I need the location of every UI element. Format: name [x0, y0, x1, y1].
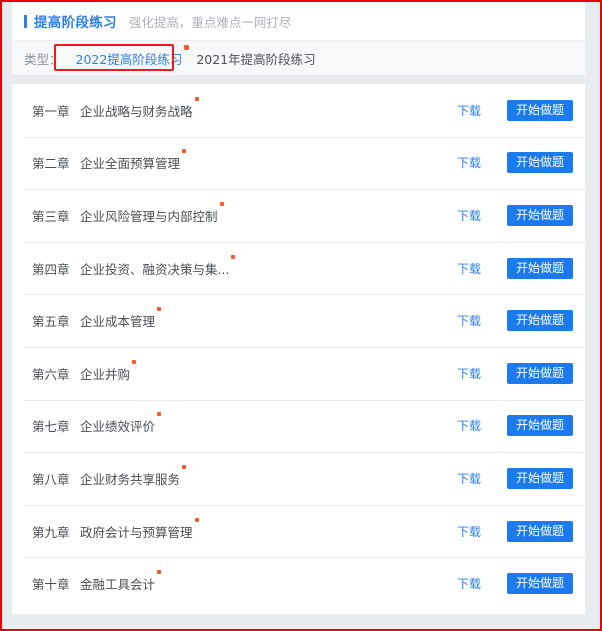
- start-practice-button[interactable]: 开始做题: [506, 257, 573, 279]
- chapter-row[interactable]: 第十章 金融工具会计 下载 开始做题: [12, 557, 585, 610]
- start-practice-button[interactable]: 开始做题: [506, 520, 573, 542]
- page-subtitle: 强化提高，重点难点一网打尽: [128, 14, 292, 30]
- tab-label: 2021年提高阶段练习: [196, 51, 316, 67]
- start-practice-button[interactable]: 开始做题: [506, 415, 573, 437]
- tab-2021-practice[interactable]: 2021年提高阶段练习: [196, 49, 315, 68]
- chapter-row[interactable]: 第九章 政府会计与预算管理 下载 开始做题: [12, 504, 585, 558]
- chapter-title: 金融工具会计: [80, 570, 162, 593]
- download-link[interactable]: 下载: [457, 523, 481, 540]
- chapter-number: 第八章: [32, 471, 70, 487]
- chapter-number: 第二章: [32, 156, 70, 172]
- new-dot-icon: [194, 96, 199, 101]
- type-filter-inner: 类型： 2022提高阶段练习 2021年提高阶段练习: [12, 41, 585, 75]
- start-practice-button[interactable]: 开始做题: [506, 152, 573, 174]
- chapter-row[interactable]: 第五章 企业成本管理 下载 开始做题: [12, 294, 585, 347]
- chapter-number: 第九章: [32, 524, 70, 540]
- chapter-title: 企业财务共享服务: [80, 464, 187, 488]
- download-link[interactable]: 下载: [457, 365, 481, 382]
- chapter-row[interactable]: 第二章 企业全面预算管理 下载 开始做题: [12, 136, 585, 190]
- chapter-number: 第四章: [32, 261, 70, 277]
- new-dot-icon: [184, 44, 190, 50]
- download-link[interactable]: 下载: [457, 260, 481, 277]
- chapter-title: 企业成本管理: [80, 307, 162, 330]
- chapter-title-text: 企业成本管理: [80, 314, 156, 330]
- new-dot-icon: [182, 464, 187, 469]
- chapter-title-text: 金融工具会计: [80, 577, 156, 593]
- chapter-list: 第一章 企业战略与财务战略 下载 开始做题 第二章 企业全面预算管理 下载 开始做题 第三章 企业…: [12, 84, 585, 614]
- start-practice-button[interactable]: 开始做题: [506, 99, 573, 121]
- download-link[interactable]: 下载: [457, 470, 481, 487]
- chapter-number: 第六章: [32, 366, 70, 382]
- start-practice-button[interactable]: 开始做题: [506, 362, 573, 384]
- tab-label: 2022提高阶段练习: [75, 51, 183, 67]
- download-link[interactable]: 下载: [457, 207, 481, 224]
- download-link[interactable]: 下载: [457, 102, 481, 119]
- download-link[interactable]: 下载: [457, 312, 481, 329]
- chapter-number: 第五章: [32, 314, 70, 330]
- chapter-title: 企业风险管理与内部控制: [80, 201, 224, 225]
- download-link[interactable]: 下载: [457, 154, 481, 171]
- chapter-number: 第一章: [32, 103, 70, 119]
- type-filter-label: 类型：: [24, 51, 62, 67]
- chapter-title-text: 企业风险管理与内部控制: [80, 208, 218, 224]
- new-dot-icon: [182, 149, 187, 154]
- chapter-title-text: 政府会计与预算管理: [80, 524, 193, 540]
- start-practice-button[interactable]: 开始做题: [506, 310, 573, 332]
- chapter-title-text: 企业绩效评价: [80, 419, 156, 435]
- chapter-number: 第三章: [32, 208, 70, 224]
- tab-2022-practice[interactable]: 2022提高阶段练习: [75, 44, 190, 68]
- new-dot-icon: [157, 412, 162, 417]
- title-accent-bar: [24, 14, 27, 28]
- chapter-row[interactable]: 第四章 企业投资、融资决策与集... 下载 开始做题: [12, 241, 585, 295]
- new-dot-icon: [132, 359, 137, 364]
- new-dot-icon: [194, 517, 199, 522]
- new-dot-icon: [219, 201, 224, 206]
- chapter-row[interactable]: 第一章 企业战略与财务战略 下载 开始做题: [12, 84, 585, 137]
- new-dot-icon: [231, 254, 236, 259]
- download-link[interactable]: 下载: [457, 575, 481, 592]
- header-card: 提高阶段练习 强化提高，重点难点一网打尽: [12, 2, 585, 40]
- chapter-title-text: 企业战略与财务战略: [80, 103, 193, 119]
- download-link[interactable]: 下载: [457, 417, 481, 434]
- chapter-title-text: 企业财务共享服务: [80, 471, 181, 487]
- chapter-title: 企业并购: [80, 359, 137, 383]
- start-practice-button[interactable]: 开始做题: [506, 204, 573, 226]
- chapter-title: 企业投资、融资决策与集...: [80, 254, 236, 278]
- chapter-title-text: 企业并购: [80, 366, 131, 382]
- chapter-number: 第十章: [32, 577, 70, 593]
- chapter-row[interactable]: 第八章 企业财务共享服务 下载 开始做题: [12, 452, 585, 505]
- chapter-row[interactable]: 第七章 企业绩效评价 下载 开始做题: [12, 399, 585, 453]
- new-dot-icon: [157, 307, 162, 312]
- header-inner: 提高阶段练习 强化提高，重点难点一网打尽: [12, 2, 585, 40]
- chapter-title: 企业绩效评价: [80, 412, 162, 435]
- type-filter-bar: 类型： 2022提高阶段练习 2021年提高阶段练习: [12, 40, 585, 75]
- chapter-title: 企业全面预算管理: [80, 149, 187, 172]
- start-practice-button[interactable]: 开始做题: [506, 573, 573, 595]
- new-dot-icon: [157, 570, 162, 575]
- page-title: 提高阶段练习: [34, 15, 117, 31]
- start-practice-button[interactable]: 开始做题: [506, 467, 573, 489]
- chapter-title: 政府会计与预算管理: [80, 517, 199, 541]
- chapter-title-text: 企业全面预算管理: [80, 156, 181, 172]
- page-root: 提高阶段练习 强化提高，重点难点一网打尽 类型： 2022提高阶段练习 2021…: [2, 2, 600, 629]
- chapter-row[interactable]: 第六章 企业并购 下载 开始做题: [12, 346, 585, 400]
- chapter-row[interactable]: 第三章 企业风险管理与内部控制 下载 开始做题: [12, 189, 585, 242]
- chapter-title: 企业战略与财务战略: [80, 96, 199, 120]
- chapter-number: 第七章: [32, 419, 70, 435]
- chapter-title-text: 企业投资、融资决策与集...: [80, 261, 230, 277]
